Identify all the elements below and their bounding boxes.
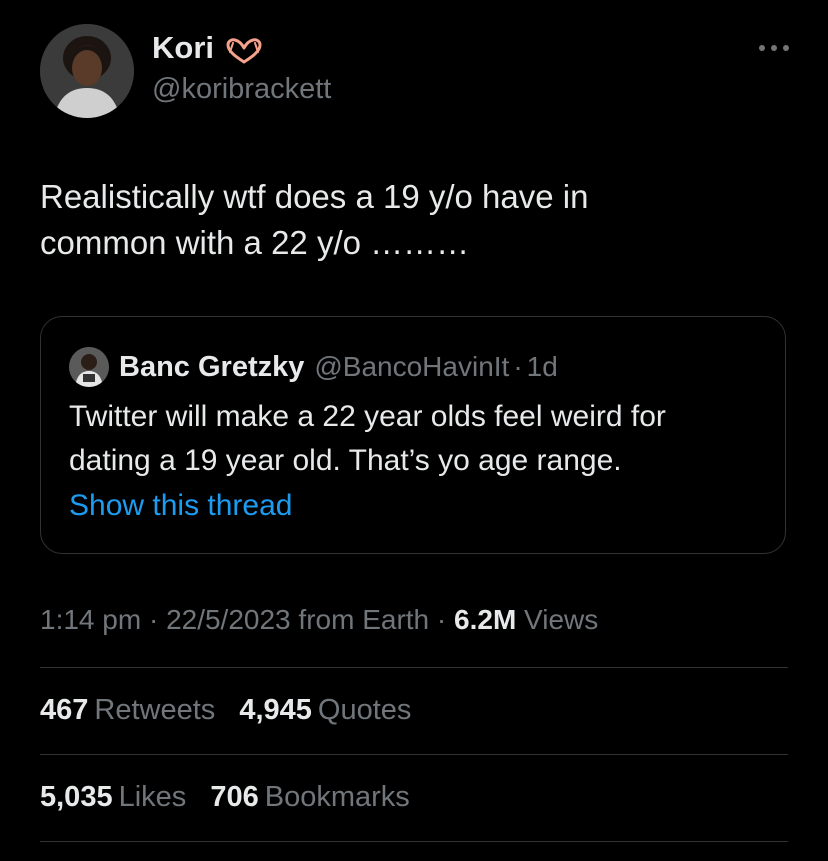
bookmarks-count: 706 bbox=[210, 781, 259, 813]
retweets-count: 467 bbox=[40, 694, 89, 726]
author-handle[interactable]: @koribrackett bbox=[152, 69, 331, 109]
bookmarks-stat[interactable]: 706 Bookmarks bbox=[210, 781, 409, 814]
show-thread-link[interactable]: Show this thread bbox=[69, 489, 292, 523]
views-count: 6.2M bbox=[454, 604, 517, 635]
quoted-separator: · bbox=[513, 351, 523, 382]
heart-hands-icon bbox=[224, 35, 264, 64]
tweet-text-line: common with a 22 y/o ……… bbox=[40, 224, 470, 261]
tweet-date[interactable]: 22/5/2023 bbox=[166, 604, 291, 635]
likes-label: Likes bbox=[118, 781, 187, 813]
quoted-tweet-text: Twitter will make a 22 year olds feel we… bbox=[69, 395, 759, 483]
divider bbox=[40, 667, 788, 668]
quoted-timestamp[interactable]: 1d bbox=[527, 351, 558, 383]
quoted-tweet-card[interactable]: Banc Gretzky @BancoHavinIt · 1d Twitter … bbox=[40, 316, 786, 554]
more-options-button[interactable] bbox=[754, 38, 794, 58]
quoted-author-avatar[interactable] bbox=[69, 347, 109, 387]
tweet-text: Realistically wtf does a 19 y/o have in … bbox=[40, 174, 780, 266]
likes-stat[interactable]: 5,035 Likes bbox=[40, 781, 186, 814]
quotes-stat[interactable]: 4,945 Quotes bbox=[239, 694, 411, 727]
author-text: Kori @koribrackett bbox=[152, 29, 331, 109]
retweets-stat[interactable]: 467 Retweets bbox=[40, 694, 215, 727]
quoted-text-line: Twitter will make a 22 year olds feel we… bbox=[69, 400, 666, 433]
tweet-time[interactable]: 1:14 pm bbox=[40, 604, 141, 635]
quoted-text-line: dating a 19 year old. That’s yo age rang… bbox=[69, 444, 622, 477]
author-avatar[interactable] bbox=[40, 24, 134, 118]
quoted-tweet-header: Banc Gretzky @BancoHavinIt · 1d bbox=[69, 347, 558, 387]
tweet-text-line: Realistically wtf does a 19 y/o have in bbox=[40, 178, 589, 215]
likes-count: 5,035 bbox=[40, 781, 113, 813]
retweets-label: Retweets bbox=[94, 694, 216, 726]
views-label: Views bbox=[524, 604, 599, 635]
quotes-count: 4,945 bbox=[239, 694, 312, 726]
quotes-label: Quotes bbox=[317, 694, 412, 726]
meta-separator: · bbox=[436, 604, 447, 635]
meta-separator: · bbox=[148, 604, 159, 635]
tweet-source: from Earth bbox=[298, 604, 430, 635]
engagement-row-1: 467 Retweets 4,945 Quotes bbox=[40, 694, 427, 727]
author-display-name[interactable]: Kori bbox=[152, 29, 214, 67]
bookmarks-label: Bookmarks bbox=[264, 781, 410, 813]
quoted-author-handle[interactable]: @BancoHavinIt bbox=[314, 351, 509, 383]
engagement-row-2: 5,035 Likes 706 Bookmarks bbox=[40, 781, 426, 814]
author-row: Kori @koribrackett bbox=[40, 24, 331, 118]
more-horizontal-icon bbox=[759, 45, 789, 51]
tweet-meta-line: 1:14 pm · 22/5/2023 from Earth · 6.2M Vi… bbox=[40, 604, 598, 636]
divider bbox=[40, 754, 788, 755]
divider bbox=[40, 841, 788, 842]
author-name-line: Kori bbox=[152, 29, 331, 67]
quoted-author-name[interactable]: Banc Gretzky bbox=[119, 351, 304, 384]
